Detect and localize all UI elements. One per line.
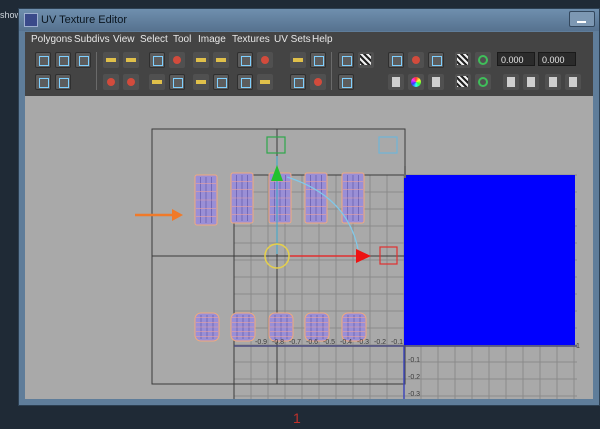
menu-uv-sets[interactable]: UV Sets [274, 34, 311, 45]
refresh-icon[interactable] [475, 52, 491, 68]
u-value-field[interactable]: 0.000 [497, 52, 535, 66]
normalize-uv-icon[interactable] [35, 74, 51, 90]
menu-bar: Polygons Subdivs View Select Tool Image … [25, 32, 593, 48]
uv-shell [341, 172, 365, 224]
flip-v-icon[interactable] [123, 52, 139, 68]
app-icon [24, 13, 38, 27]
unitize-uv-icon[interactable] [55, 74, 71, 90]
convert-selection-icon[interactable] [237, 74, 253, 90]
select-shell-icon[interactable] [213, 74, 229, 90]
uv-shell [341, 312, 367, 342]
uv-editor-canvas[interactable]: -0.9 -0.8 -0.7 -0.6 -0.5 -0.4 -0.3 -0.2 -0.1 -0.1… [25, 96, 593, 399]
relax-uv-icon[interactable] [169, 74, 185, 90]
move-uv-shell-icon[interactable] [55, 52, 71, 68]
image-display-icon[interactable] [338, 52, 354, 68]
toolbar: 0.000 0.000 [25, 48, 593, 96]
orange-arrow-annotation [135, 209, 183, 221]
u-axis-tick-label: -0.7 [289, 339, 301, 346]
menu-textures[interactable]: Textures [232, 34, 270, 45]
cut-uv-icon[interactable] [149, 52, 165, 68]
uv-smudge-icon[interactable] [75, 52, 91, 68]
dim-image-icon[interactable] [388, 74, 404, 90]
grid-uv-icon[interactable] [290, 52, 306, 68]
map-border-icon[interactable] [257, 74, 273, 90]
texture-border-icon[interactable] [338, 74, 354, 90]
uv-shade-icon[interactable] [455, 52, 471, 68]
rotate-uv-icon[interactable] [257, 52, 273, 68]
update-psd-icon[interactable] [475, 74, 491, 90]
straighten-uv-icon[interactable] [193, 74, 209, 90]
menu-help[interactable]: Help [312, 34, 333, 45]
snap-uv-icon[interactable] [237, 52, 253, 68]
paste-v-icon[interactable] [565, 74, 581, 90]
separate-uv-icon[interactable] [290, 74, 306, 90]
blue-texture-quad [404, 175, 575, 345]
align-v-icon[interactable] [213, 52, 229, 68]
taskbar-marker: 1 [293, 410, 301, 426]
v-value-field[interactable]: 0.000 [538, 52, 576, 66]
u-axis-tick-label: -0.6 [306, 339, 318, 346]
uv-texture-editor-window: UV Texture Editor Polygons Subdivs View … [18, 8, 600, 406]
v-axis-tick-label: -0.2 [408, 374, 420, 381]
copy-uv-icon[interactable] [503, 74, 519, 90]
title-bar[interactable]: UV Texture Editor [19, 9, 599, 31]
checker-map-icon[interactable] [358, 52, 374, 68]
v-axis-tick-label: -0.1 [408, 357, 420, 364]
uv-shell [304, 312, 330, 342]
grid-toggle-icon[interactable] [388, 52, 404, 68]
pixel-snap-icon[interactable] [408, 52, 424, 68]
u-axis-tick-label: -0.1 [391, 339, 403, 346]
v-axis-tick-label: -0.3 [408, 391, 420, 398]
u-axis-tick-label: -0.2 [374, 339, 386, 346]
minimize-button[interactable] [569, 11, 595, 27]
uv-shell [304, 172, 328, 224]
u-axis-tick-label: -0.9 [255, 339, 267, 346]
sew-uv-icon[interactable] [169, 52, 185, 68]
unfold-uv-icon[interactable] [149, 74, 165, 90]
paste-u-icon[interactable] [545, 74, 561, 90]
u-axis-tick-label: -0.3 [357, 339, 369, 346]
alpha-channel-icon[interactable] [428, 74, 444, 90]
paste-uv-icon[interactable] [523, 74, 539, 90]
u-axis-tick-label: -0.4 [340, 339, 352, 346]
u-axis-end-label: 1 [576, 343, 580, 350]
rotate-cw-icon[interactable] [123, 74, 139, 90]
menu-image[interactable]: Image [198, 34, 226, 45]
uv-distortion-icon[interactable] [455, 74, 471, 90]
menu-tool[interactable]: Tool [173, 34, 191, 45]
rgb-channels-icon[interactable] [408, 74, 424, 90]
window-title: UV Texture Editor [41, 14, 128, 26]
toolbar-separator [96, 52, 97, 90]
u-axis-tick-label: -0.8 [272, 339, 284, 346]
toolbar-separator [331, 52, 332, 90]
merge-uv-icon[interactable] [310, 74, 326, 90]
image-ratio-icon[interactable] [428, 52, 444, 68]
uv-shell [194, 312, 220, 342]
menu-view[interactable]: View [113, 34, 135, 45]
rotate-ccw-icon[interactable] [103, 74, 119, 90]
uv-shell [230, 312, 256, 342]
layout-uv-icon[interactable] [310, 52, 326, 68]
editor-frame: Polygons Subdivs View Select Tool Image … [25, 32, 593, 399]
uv-lattice-tool-icon[interactable] [35, 52, 51, 68]
menu-select[interactable]: Select [140, 34, 168, 45]
uv-shell [194, 174, 218, 226]
align-u-icon[interactable] [193, 52, 209, 68]
menu-subdivs[interactable]: Subdivs [74, 34, 110, 45]
uv-shells [194, 172, 367, 342]
u-axis-arrow [356, 249, 371, 263]
u-axis-tick-label: -0.5 [323, 339, 335, 346]
flip-u-icon[interactable] [103, 52, 119, 68]
uv-shell [230, 172, 254, 224]
uv-shell [268, 312, 294, 342]
menu-polygons[interactable]: Polygons [31, 34, 72, 45]
